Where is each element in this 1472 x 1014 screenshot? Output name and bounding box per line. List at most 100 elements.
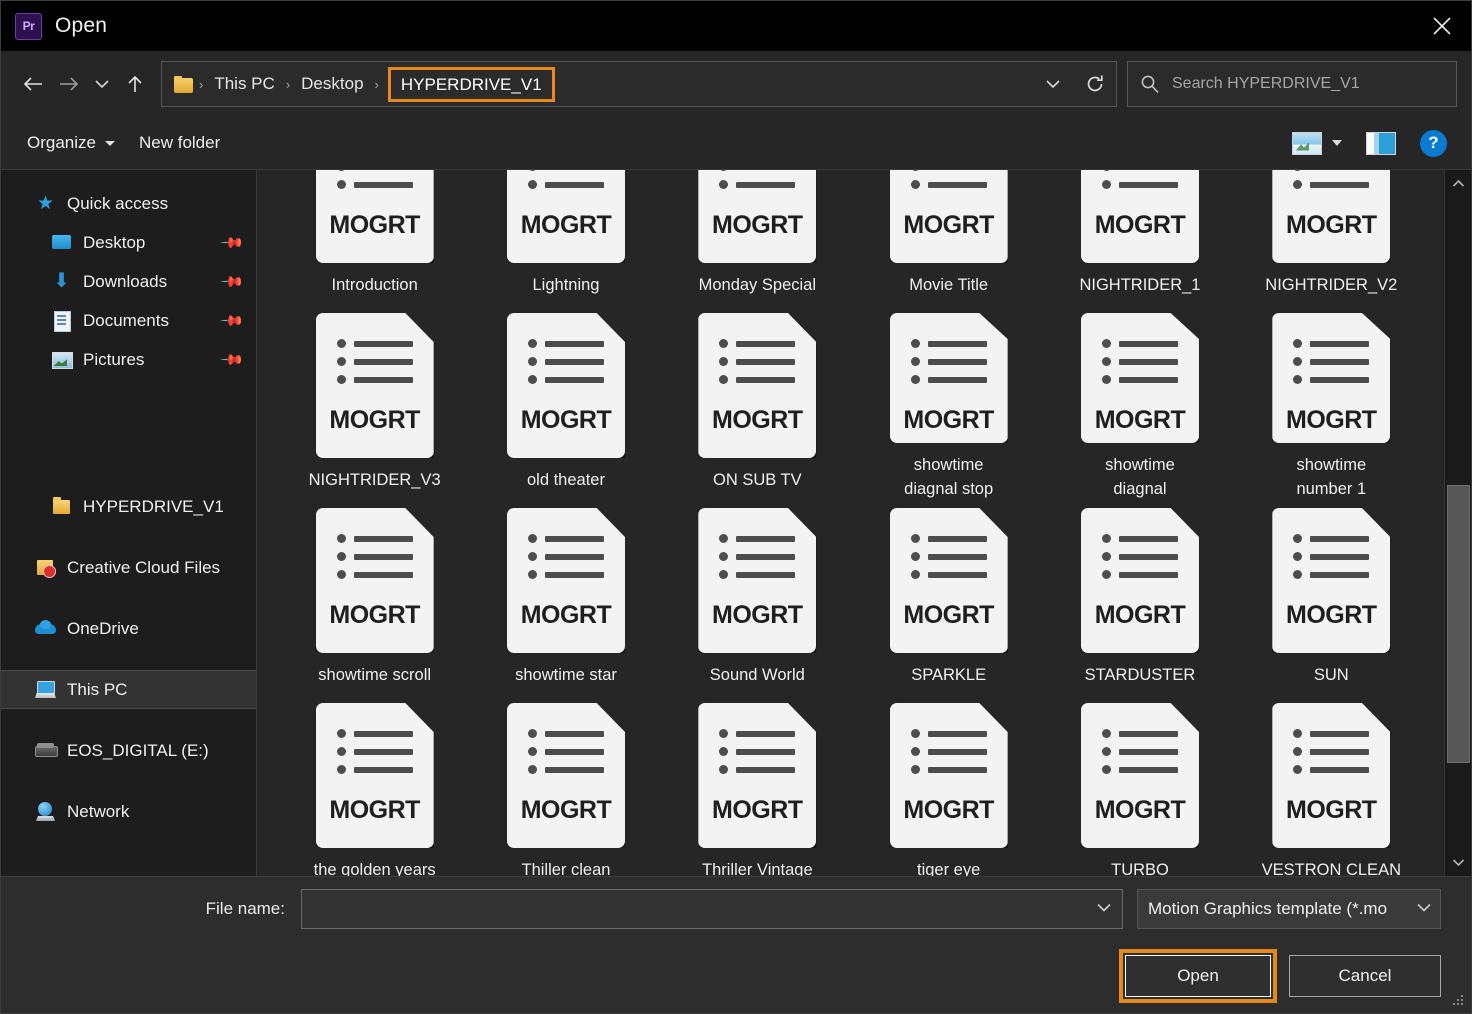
file-item[interactable]: MOGRTIntroduction [279, 170, 470, 307]
vertical-scrollbar[interactable] [1444, 170, 1471, 876]
sidebar-item-label: Downloads [83, 272, 167, 292]
file-type-filter-select[interactable]: Motion Graphics template (*.mo [1137, 889, 1441, 929]
file-item-label: NIGHTRIDER_1 [1079, 274, 1200, 298]
sidebar-item-quick-access[interactable]: ★ Quick access [1, 184, 256, 223]
mogrt-list-line [1102, 747, 1178, 756]
file-item-label: VESTRON CLEAN [1262, 859, 1401, 876]
file-item[interactable]: MOGRTshowtime diagnal [1044, 307, 1235, 502]
file-item[interactable]: MOGRTTURBO [1044, 697, 1235, 876]
mogrt-list-line [1293, 339, 1369, 348]
line-bar [545, 359, 604, 365]
bullet-dot-icon [337, 570, 346, 579]
bullet-dot-icon [719, 180, 728, 189]
file-item[interactable]: MOGRTtiger eye [853, 697, 1044, 876]
file-item[interactable]: MOGRTshowtime scroll [279, 502, 470, 697]
file-item[interactable]: MOGRTNIGHTRIDER_V3 [279, 307, 470, 502]
address-bar[interactable]: › This PC › Desktop › HYPERDRIVE_V1 [161, 61, 1117, 107]
view-mode-icon[interactable] [1292, 132, 1322, 155]
address-history-button[interactable] [1032, 62, 1074, 106]
file-item[interactable]: MOGRTMovie Title [853, 170, 1044, 307]
file-item[interactable]: MOGRTSUN [1236, 502, 1427, 697]
scroll-down-button[interactable] [1445, 849, 1471, 876]
file-item[interactable]: MOGRTold theater [470, 307, 661, 502]
line-bar [354, 536, 413, 542]
view-mode-chevron-down-icon[interactable] [1332, 140, 1342, 146]
close-icon [1431, 15, 1453, 37]
scroll-up-button[interactable] [1445, 170, 1471, 197]
bullet-dot-icon [1293, 375, 1302, 384]
line-bar [1310, 182, 1369, 188]
sidebar-item-desktop[interactable]: Desktop 📌 [1, 223, 256, 262]
resize-grip[interactable] [1453, 995, 1464, 1006]
file-item[interactable]: MOGRTshowtime number 1 [1236, 307, 1427, 502]
bullet-dot-icon [337, 729, 346, 738]
sidebar-spacer [1, 709, 256, 731]
bullet-dot-icon [1102, 357, 1111, 366]
sidebar-item-onedrive[interactable]: OneDrive [1, 609, 256, 648]
line-bar [736, 749, 795, 755]
forward-button[interactable] [51, 64, 87, 104]
file-item[interactable]: MOGRTVESTRON CLEAN [1236, 697, 1427, 876]
file-item[interactable]: MOGRTThriller Vintage [662, 697, 853, 876]
file-item[interactable]: MOGRTSPARKLE [853, 502, 1044, 697]
sidebar-item-hyperdrive-v1[interactable]: HYPERDRIVE_V1 [1, 487, 256, 526]
new-folder-button[interactable]: New folder [127, 127, 232, 159]
file-name-input[interactable] [301, 889, 1123, 929]
back-button[interactable] [15, 64, 51, 104]
line-bar [354, 359, 413, 365]
search-input[interactable]: Search HYPERDRIVE_V1 [1172, 75, 1360, 93]
sidebar-item-this-pc[interactable]: This PC [1, 670, 256, 709]
breadcrumb-item-desktop[interactable]: Desktop [295, 71, 369, 97]
file-item[interactable]: MOGRTSound World [662, 502, 853, 697]
breadcrumb-item-this-pc[interactable]: This PC [208, 71, 280, 97]
organize-button[interactable]: Organize [15, 127, 127, 159]
open-button[interactable]: Open [1125, 955, 1271, 997]
sidebar-item-pictures[interactable]: Pictures 📌 [1, 340, 256, 379]
bullet-dot-icon [911, 180, 920, 189]
mogrt-list-line [911, 375, 987, 384]
refresh-icon [1085, 74, 1105, 94]
preview-pane-icon[interactable] [1366, 132, 1396, 155]
search-box[interactable]: Search HYPERDRIVE_V1 [1127, 61, 1457, 107]
file-item[interactable]: MOGRTthe golden years [279, 697, 470, 876]
mogrt-file-icon: MOGRT [316, 508, 434, 653]
line-bar [354, 572, 413, 578]
file-item[interactable]: MOGRTshowtime star [470, 502, 661, 697]
pin-icon[interactable]: 📌 [220, 269, 246, 295]
file-item[interactable]: MOGRTLightning [470, 170, 661, 307]
up-one-level-button[interactable] [117, 64, 153, 104]
file-item-label: Monday Special [699, 274, 816, 298]
pin-icon[interactable]: 📌 [220, 308, 246, 334]
sidebar-item-network[interactable]: Network [1, 792, 256, 831]
sidebar-item-eos-digital[interactable]: EOS_DIGITAL (E:) [1, 731, 256, 770]
file-item[interactable]: MOGRTThiller clean [470, 697, 661, 876]
sidebar-item-creative-cloud-files[interactable]: Creative Cloud Files [1, 548, 256, 587]
file-item[interactable]: MOGRTshowtime diagnal stop [853, 307, 1044, 502]
scrollbar-thumb[interactable] [1447, 485, 1470, 763]
refresh-button[interactable] [1074, 62, 1116, 106]
line-bar [1119, 341, 1178, 347]
close-button[interactable] [1413, 1, 1471, 51]
sidebar-item-downloads[interactable]: ⬇ Downloads 📌 [1, 262, 256, 301]
file-item[interactable]: MOGRTNIGHTRIDER_1 [1044, 170, 1235, 307]
pin-icon[interactable]: 📌 [220, 230, 246, 256]
mogrt-list-line [1293, 170, 1369, 171]
file-item[interactable]: MOGRTON SUB TV [662, 307, 853, 502]
bullet-dot-icon [528, 729, 537, 738]
cancel-button[interactable]: Cancel [1289, 955, 1441, 997]
breadcrumb-item-hyperdrive-v1[interactable]: HYPERDRIVE_V1 [388, 67, 555, 102]
help-button[interactable]: ? [1420, 130, 1447, 157]
file-item[interactable]: MOGRTMonday Special [662, 170, 853, 307]
mogrt-list-line [1102, 570, 1178, 579]
mogrt-list-line [719, 339, 795, 348]
bullet-dot-icon [528, 375, 537, 384]
recent-locations-button[interactable] [87, 64, 117, 104]
file-item[interactable]: MOGRTNIGHTRIDER_V2 [1236, 170, 1427, 307]
mogrt-file-icon: MOGRT [507, 703, 625, 848]
file-name-chevron-down-icon[interactable] [1096, 900, 1112, 918]
file-type-chevron-down-icon[interactable] [1416, 900, 1432, 918]
sidebar-item-documents[interactable]: Documents 📌 [1, 301, 256, 340]
file-item[interactable]: MOGRTSTARDUSTER [1044, 502, 1235, 697]
file-item-label: STARDUSTER [1085, 664, 1196, 688]
pin-icon[interactable]: 📌 [220, 347, 246, 373]
